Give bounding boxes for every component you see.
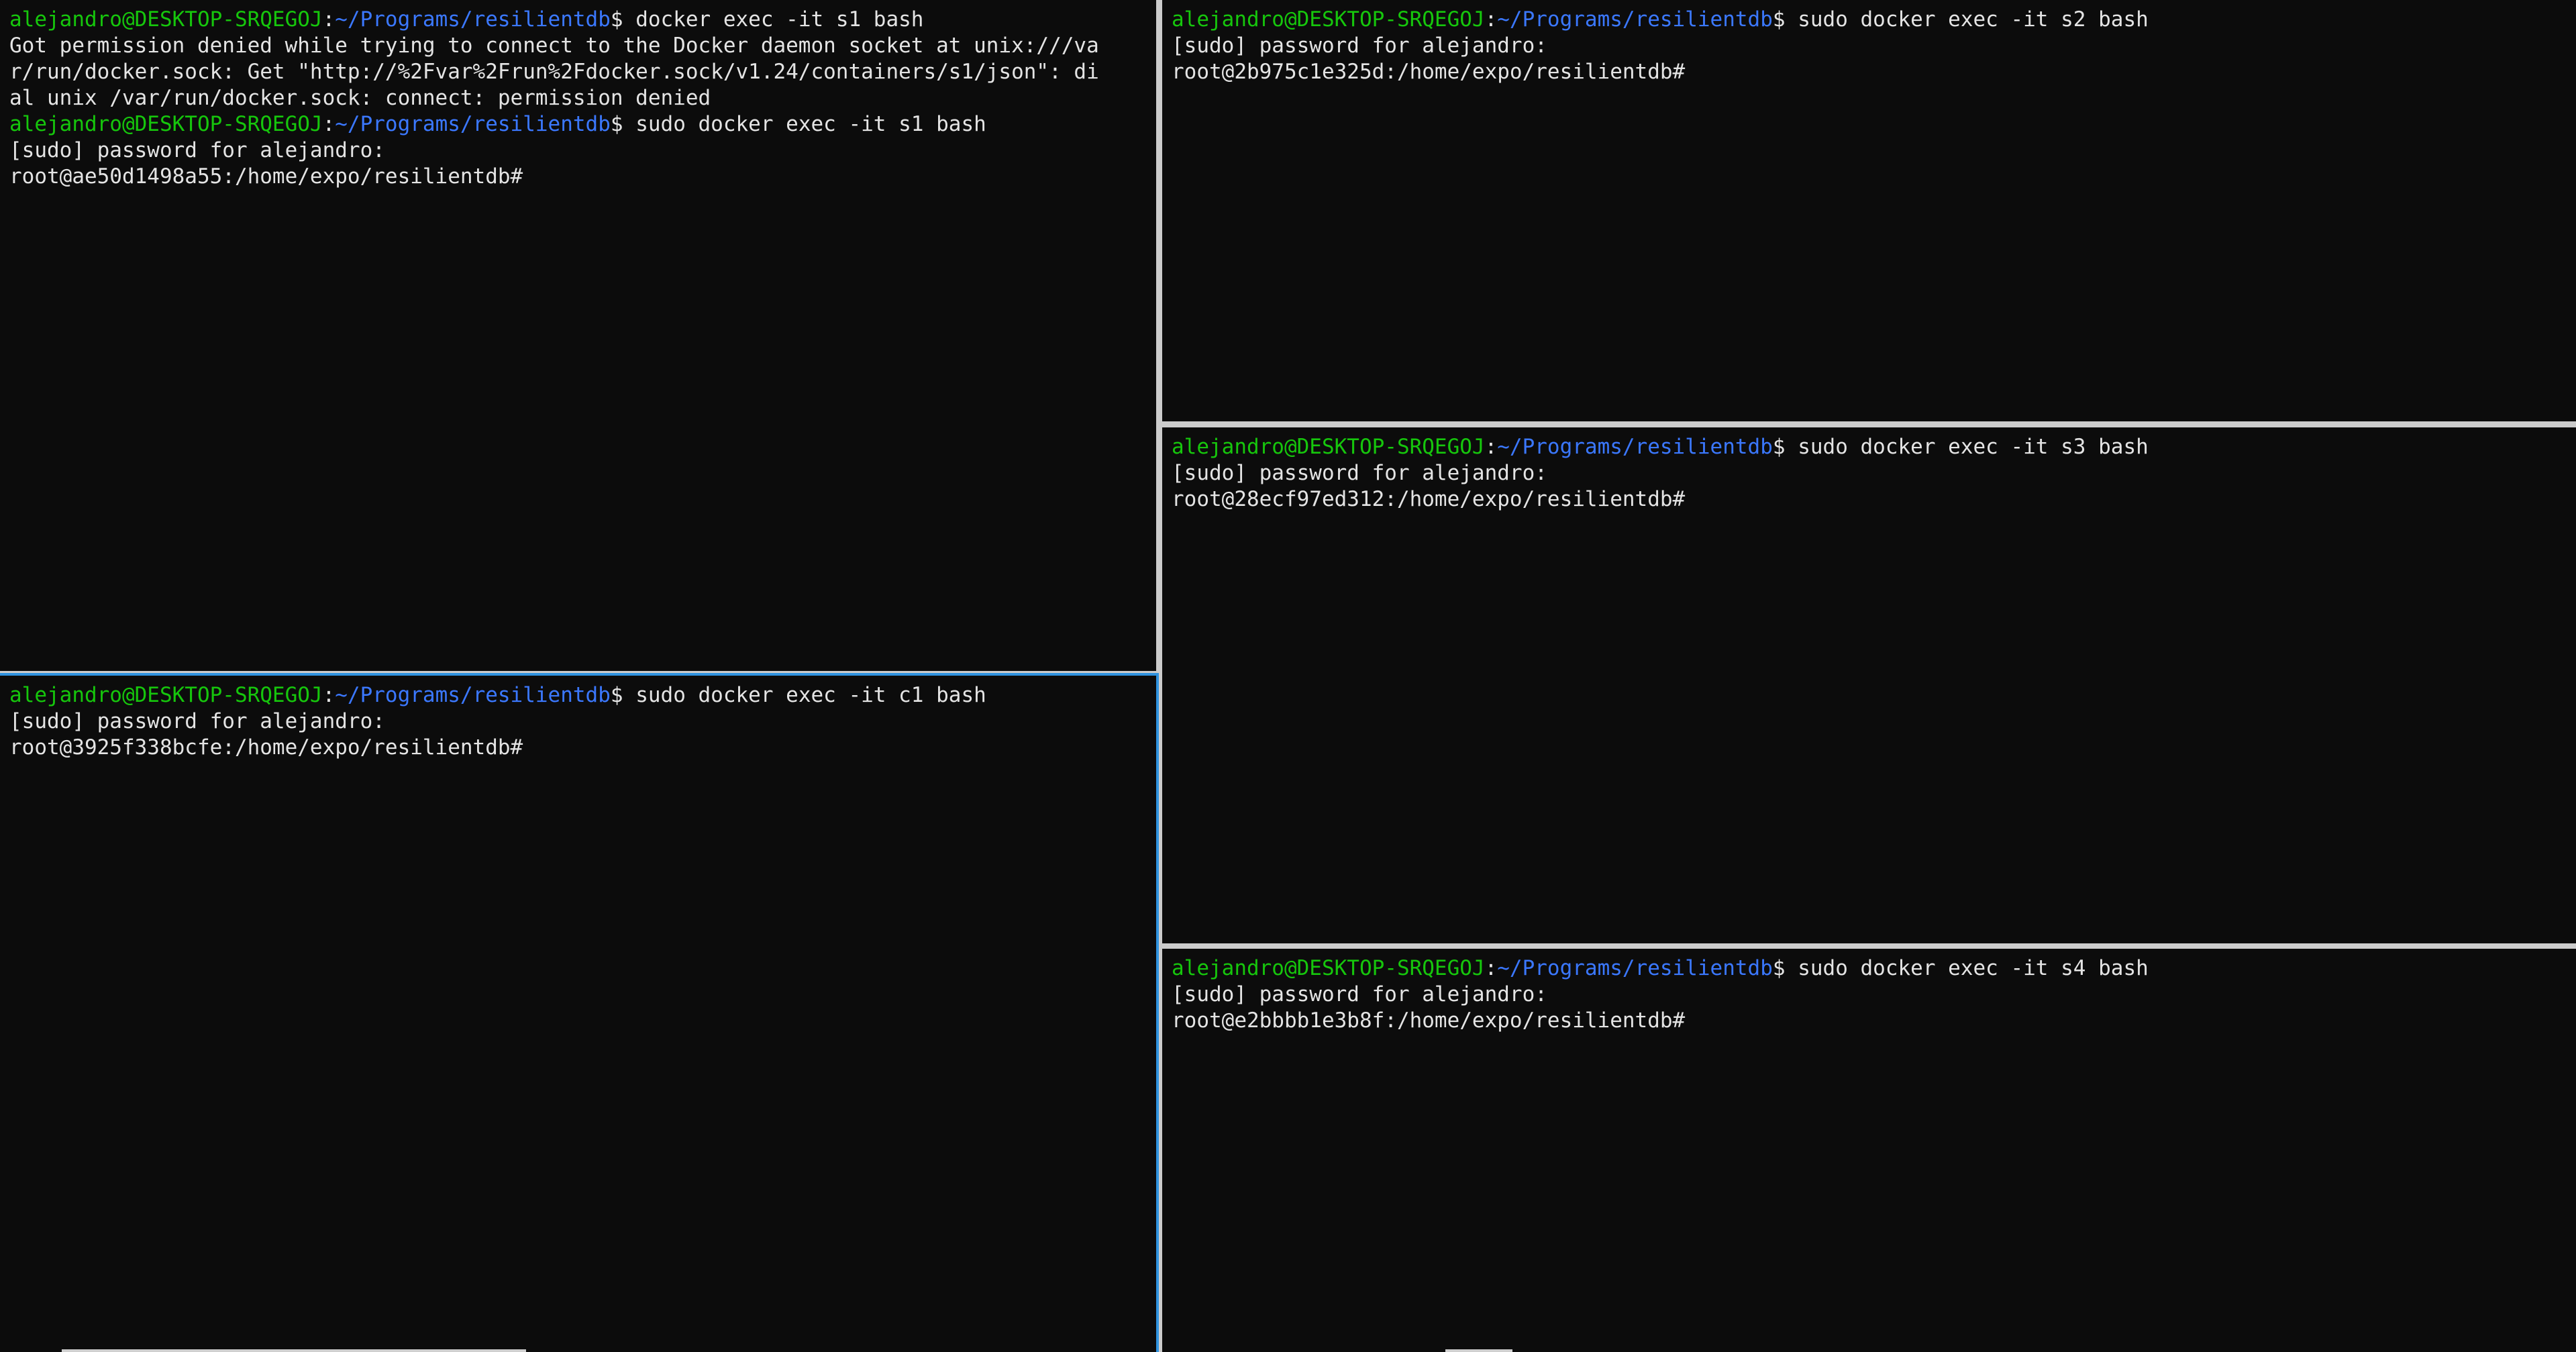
terminal-window: alejandro@DESKTOP-SRQEGOJ:~/Programs/res… bbox=[0, 0, 2576, 1352]
prompt-colon: : bbox=[1484, 435, 1498, 459]
pane-divider-right-lower[interactable] bbox=[1162, 943, 2576, 949]
command-text: sudo docker exec -it s4 bash bbox=[1798, 956, 2149, 980]
prompt-line: alejandro@DESKTOP-SRQEGOJ:~/Programs/res… bbox=[1172, 434, 2576, 460]
sudo-prompt-line: [sudo] password for alejandro: bbox=[9, 709, 385, 733]
prompt-dollar: $ bbox=[610, 7, 636, 32]
command-text: sudo docker exec -it c1 bash bbox=[635, 683, 986, 707]
prompt-line: alejandro@DESKTOP-SRQEGOJ:~/Programs/res… bbox=[1172, 955, 2576, 982]
terminal-pane-c1[interactable]: alejandro@DESKTOP-SRQEGOJ:~/Programs/res… bbox=[0, 676, 1156, 1352]
prompt-path: ~/Programs/resilientdb bbox=[1497, 435, 1773, 459]
terminal-pane-s2[interactable]: alejandro@DESKTOP-SRQEGOJ:~/Programs/res… bbox=[1162, 0, 2576, 421]
sudo-prompt-line: [sudo] password for alejandro: bbox=[1172, 461, 1547, 485]
root-prompt-line: root@ae50d1498a55:/home/expo/resilientdb… bbox=[9, 164, 523, 189]
prompt-dollar: $ bbox=[1772, 7, 1798, 32]
prompt-colon: : bbox=[322, 7, 336, 32]
prompt-path: ~/Programs/resilientdb bbox=[335, 112, 611, 136]
scrollbar-thumb-left[interactable] bbox=[62, 1349, 526, 1352]
command-text: sudo docker exec -it s1 bash bbox=[635, 112, 986, 136]
prompt-dollar: $ bbox=[610, 683, 636, 707]
prompt-colon: : bbox=[1484, 7, 1498, 32]
terminal-pane-s3[interactable]: alejandro@DESKTOP-SRQEGOJ:~/Programs/res… bbox=[1162, 427, 2576, 943]
active-pane-border-right bbox=[1156, 676, 1159, 1352]
prompt-dollar: $ bbox=[1772, 956, 1798, 980]
prompt-user-host: alejandro@DESKTOP-SRQEGOJ bbox=[9, 7, 323, 32]
command-text: sudo docker exec -it s2 bash bbox=[1798, 7, 2149, 32]
prompt-colon: : bbox=[1484, 956, 1498, 980]
prompt-path: ~/Programs/resilientdb bbox=[335, 683, 611, 707]
prompt-user-host: alejandro@DESKTOP-SRQEGOJ bbox=[1172, 435, 1485, 459]
root-prompt-line: root@e2bbbb1e3b8f:/home/expo/resilientdb… bbox=[1172, 1008, 1686, 1033]
prompt-line: alejandro@DESKTOP-SRQEGOJ:~/Programs/res… bbox=[9, 111, 1156, 138]
prompt-user-host: alejandro@DESKTOP-SRQEGOJ bbox=[1172, 7, 1485, 32]
sudo-prompt-line: [sudo] password for alejandro: bbox=[1172, 982, 1547, 1006]
root-prompt-line: root@2b975c1e325d:/home/expo/resilientdb… bbox=[1172, 60, 1686, 84]
prompt-path: ~/Programs/resilientdb bbox=[1497, 7, 1773, 32]
output-line: r/run/docker.sock: Get "http://%2Fvar%2F… bbox=[9, 60, 1099, 84]
sudo-prompt-line: [sudo] password for alejandro: bbox=[9, 138, 385, 162]
prompt-path: ~/Programs/resilientdb bbox=[1497, 956, 1773, 980]
sudo-prompt-line: [sudo] password for alejandro: bbox=[1172, 34, 1547, 58]
prompt-user-host: alejandro@DESKTOP-SRQEGOJ bbox=[1172, 956, 1485, 980]
output-line: Got permission denied while trying to co… bbox=[9, 34, 1099, 58]
root-prompt-line: root@3925f338bcfe:/home/expo/resilientdb… bbox=[9, 735, 523, 760]
prompt-user-host: alejandro@DESKTOP-SRQEGOJ bbox=[9, 683, 323, 707]
prompt-dollar: $ bbox=[610, 112, 636, 136]
prompt-line: alejandro@DESKTOP-SRQEGOJ:~/Programs/res… bbox=[1172, 7, 2576, 33]
prompt-line: alejandro@DESKTOP-SRQEGOJ:~/Programs/res… bbox=[9, 7, 1156, 33]
active-pane-border-top bbox=[0, 673, 1159, 676]
prompt-path: ~/Programs/resilientdb bbox=[335, 7, 611, 32]
prompt-dollar: $ bbox=[1772, 435, 1798, 459]
prompt-line: alejandro@DESKTOP-SRQEGOJ:~/Programs/res… bbox=[9, 682, 1156, 709]
prompt-user-host: alejandro@DESKTOP-SRQEGOJ bbox=[9, 112, 323, 136]
command-text: sudo docker exec -it s3 bash bbox=[1798, 435, 2149, 459]
terminal-pane-s4[interactable]: alejandro@DESKTOP-SRQEGOJ:~/Programs/res… bbox=[1162, 949, 2576, 1352]
terminal-pane-s1[interactable]: alejandro@DESKTOP-SRQEGOJ:~/Programs/res… bbox=[0, 0, 1156, 671]
prompt-colon: : bbox=[322, 683, 336, 707]
root-prompt-line: root@28ecf97ed312:/home/expo/resilientdb… bbox=[1172, 487, 1686, 511]
scrollbar-thumb-right[interactable] bbox=[1445, 1349, 1512, 1352]
prompt-colon: : bbox=[322, 112, 336, 136]
pane-divider-right-upper[interactable] bbox=[1162, 421, 2576, 427]
output-line: al unix /var/run/docker.sock: connect: p… bbox=[9, 86, 711, 110]
command-text: docker exec -it s1 bash bbox=[635, 7, 924, 32]
